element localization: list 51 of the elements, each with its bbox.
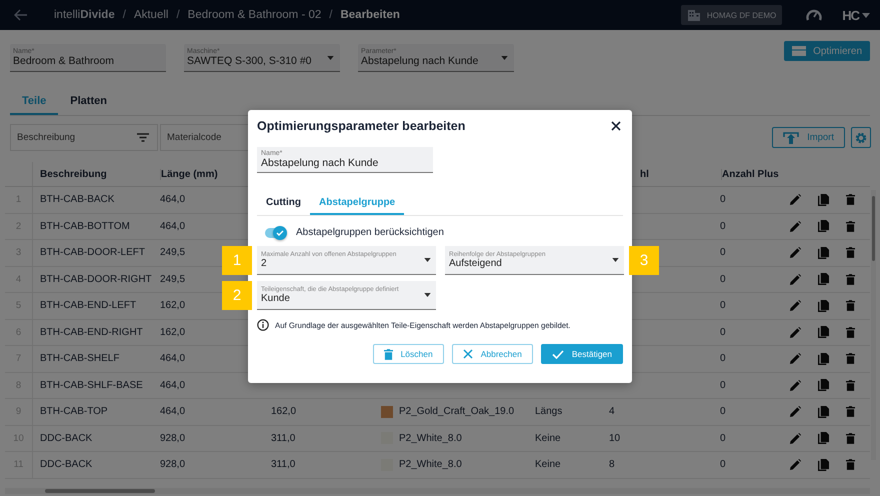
table-cell: 4 <box>609 406 615 418</box>
breadcrumb-separator: / <box>176 9 180 21</box>
breadcrumb-separator: / <box>122 9 126 21</box>
table-cell-text: DDC-BACK <box>39 459 94 470</box>
table-cell-text: 0 <box>720 220 727 232</box>
table-cell-text: DDC-BACK <box>39 432 94 444</box>
table-cell-text: BTH-CAB-END-LEFT <box>39 300 138 312</box>
table-cell-text: 0 <box>720 353 727 364</box>
table-cell: Keine <box>535 459 561 470</box>
table-cell-text: 464,0 <box>160 220 186 232</box>
table-cell-text: 249,5 <box>160 274 186 285</box>
table-cell: P2_White_8.0 <box>399 432 462 444</box>
table-cell: P2_White_8.0 <box>399 459 462 470</box>
table-cell: 8 <box>609 459 615 470</box>
table-cell-text: 0 <box>720 380 727 391</box>
table-cell-text: 0 <box>720 247 727 258</box>
table-cell-text: 464,0 <box>160 406 186 418</box>
toggle-label: Abstapelgruppen berücksichtigen <box>296 227 444 238</box>
table-cell: Keine <box>535 432 561 444</box>
dialog-title: Optimierungsparameter bearbeiten <box>257 119 466 133</box>
table-cell-text: 162,0 <box>160 326 186 338</box>
table-cell-text: 0 <box>720 194 727 206</box>
breadcrumb-separator: / <box>329 9 332 21</box>
table-cell-text: 928,0 <box>160 432 186 444</box>
table-cell-text: BTH-CAB-BACK <box>39 194 116 206</box>
table-cell-text: 0 <box>720 432 727 444</box>
table-cell-text: BTH-CAB-SHELF <box>39 353 120 364</box>
table-cell: 311,0 <box>271 432 296 444</box>
table-cell-text: 0 <box>720 406 727 418</box>
table-cell: 311,0 <box>271 459 296 470</box>
table-cell-text: BTH-CAB-BOTTOM <box>39 220 131 232</box>
table-cell-text: BTH-CAB-DOOR-RIGHT <box>39 274 153 285</box>
table-cell-text: 464,0 <box>160 380 186 391</box>
table-cell-text: 464,0 <box>160 353 186 364</box>
table-cell-text: 0 <box>720 459 727 470</box>
callout-number: 3 <box>629 246 659 275</box>
table-cell-text: BTH-CAB-SHLF-BASE <box>39 380 144 391</box>
table-cell: 162,0 <box>271 406 296 418</box>
table-cell-text: 0 <box>720 326 727 338</box>
table-cell-text: 0 <box>720 300 727 312</box>
table-cell: Längs <box>535 406 562 418</box>
table-cell-text: BTH-CAB-END-RIGHT <box>39 326 144 338</box>
table-cell-text: BTH-CAB-TOP <box>39 406 109 418</box>
table-cell: 10 <box>609 432 620 444</box>
table-cell: P2_Gold_Craft_Oak_19.0 <box>399 406 514 418</box>
callout-number: 2 <box>222 281 252 310</box>
callout-number: 1 <box>222 246 252 275</box>
table-cell-text: 0 <box>720 274 727 285</box>
table-cell-text: 928,0 <box>160 459 186 470</box>
table-cell-text: 162,0 <box>160 300 186 312</box>
table-cell-text: BTH-CAB-DOOR-LEFT <box>39 247 146 258</box>
